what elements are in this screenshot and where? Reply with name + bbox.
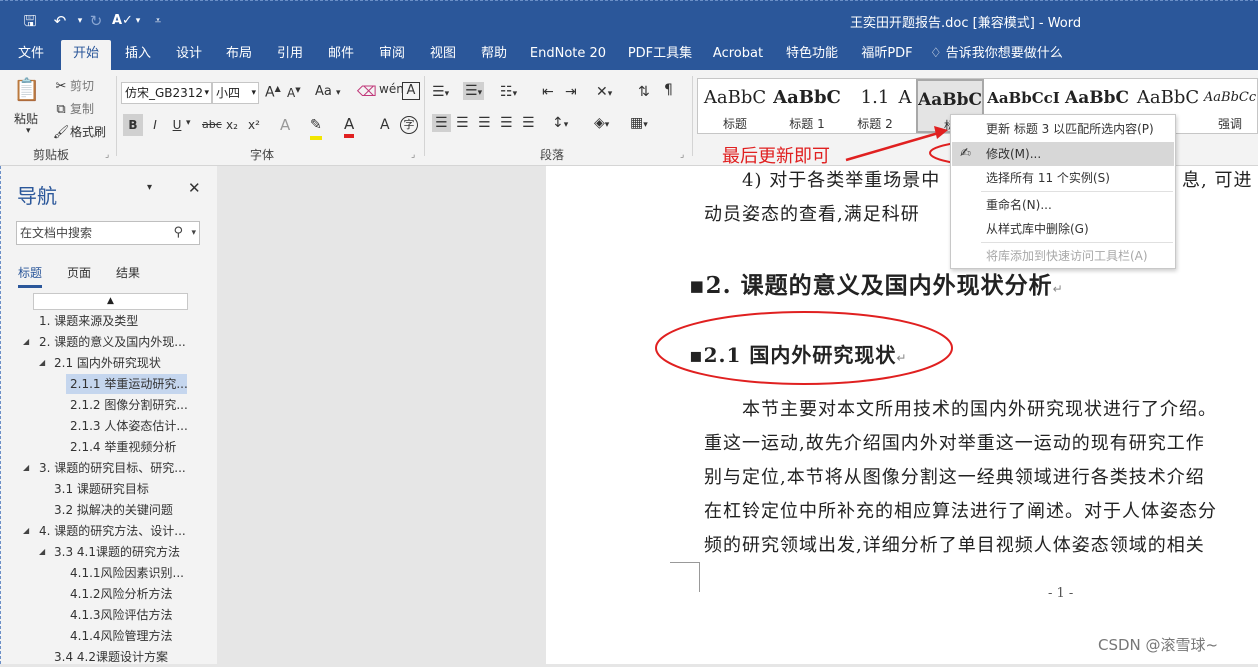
annotation-text: 最后更新即可	[722, 146, 830, 167]
menu-separator	[981, 242, 1173, 243]
menu-item-select-all[interactable]: 选择所有 11 个实例(S)	[952, 166, 1174, 190]
menu-item-remove-from-gallery[interactable]: 从样式库中删除(G)	[952, 217, 1174, 241]
style-context-menu: 更新 标题 3 以匹配所选内容(P) ✍ 修改(M)... 选择所有 11 个实例…	[950, 114, 1176, 269]
watermark: CSDN @滚雪球~	[1098, 636, 1219, 654]
modify-icon: ✍	[960, 146, 971, 161]
menu-item-update-style[interactable]: 更新 标题 3 以匹配所选内容(P)	[952, 117, 1174, 141]
annotation-layer	[655, 126, 1099, 385]
menu-separator	[981, 191, 1173, 192]
annotation-arrow	[845, 130, 943, 162]
menu-item-modify-label: 修改(M)...	[986, 147, 1042, 161]
annotation-arrowhead	[934, 126, 948, 139]
menu-item-modify[interactable]: ✍ 修改(M)...	[952, 142, 1174, 166]
menu-item-rename[interactable]: 重命名(N)...	[952, 193, 1174, 217]
annotation-ellipse-heading	[655, 311, 953, 385]
menu-item-add-to-qat[interactable]: 将库添加到快速访问工具栏(A)	[952, 244, 1174, 268]
